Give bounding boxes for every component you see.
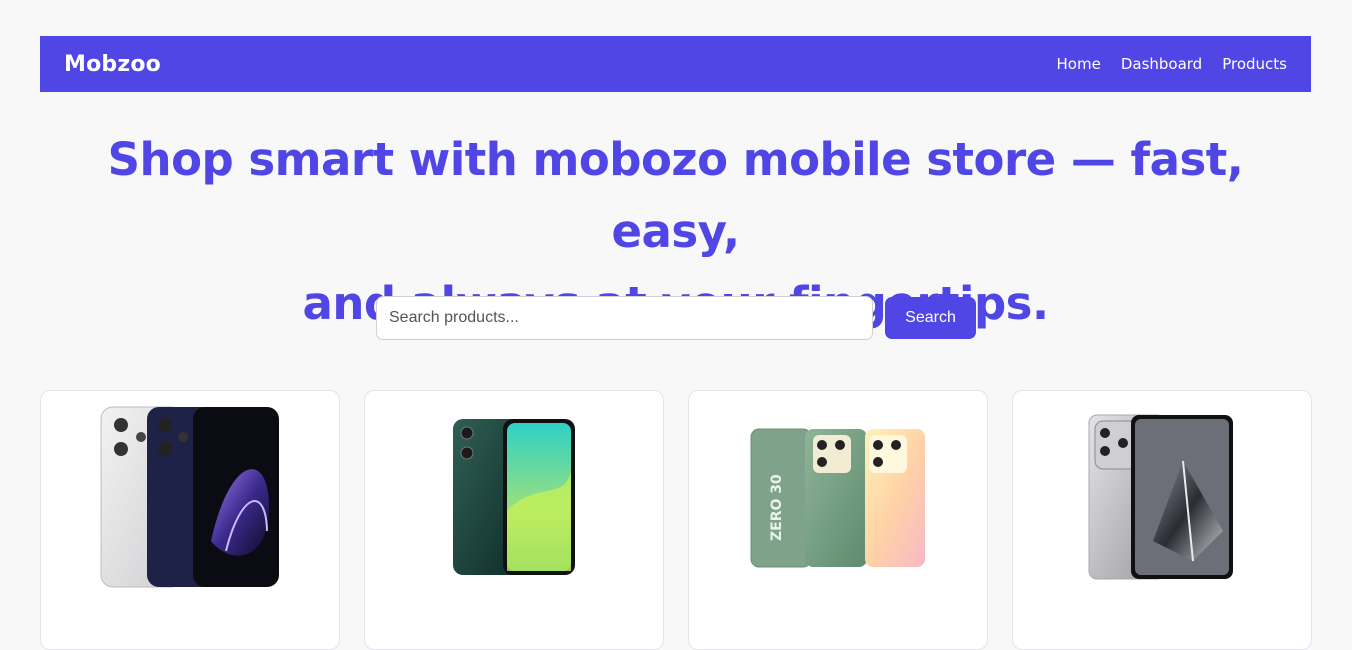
nav-links: Home Dashboard Products — [1057, 55, 1287, 73]
search-bar: Search — [376, 296, 976, 340]
product-image-silver-phone — [1088, 414, 1233, 580]
product-image-infinix-zero-30: ZERO 30 — [750, 428, 925, 568]
search-button[interactable]: Search — [885, 297, 976, 339]
svg-text:ZERO 30: ZERO 30 — [769, 474, 785, 541]
product-card[interactable] — [364, 390, 664, 650]
nav-link-products[interactable]: Products — [1222, 55, 1287, 73]
nav-link-home[interactable]: Home — [1057, 55, 1101, 73]
product-card[interactable] — [40, 390, 340, 650]
product-card[interactable] — [1012, 390, 1312, 650]
brand-logo[interactable]: Mobzoo — [64, 52, 161, 77]
nav-link-dashboard[interactable]: Dashboard — [1121, 55, 1202, 73]
navbar: Mobzoo Home Dashboard Products — [40, 36, 1311, 92]
product-image-vivo-phone — [453, 419, 575, 575]
product-image-oppo-phone — [100, 406, 279, 588]
search-input[interactable] — [376, 296, 873, 340]
product-grid: ZERO 30 — [40, 390, 1312, 650]
hero-line-1: Shop smart with mobozo mobile store — fa… — [107, 133, 1244, 258]
product-card[interactable]: ZERO 30 — [688, 390, 988, 650]
